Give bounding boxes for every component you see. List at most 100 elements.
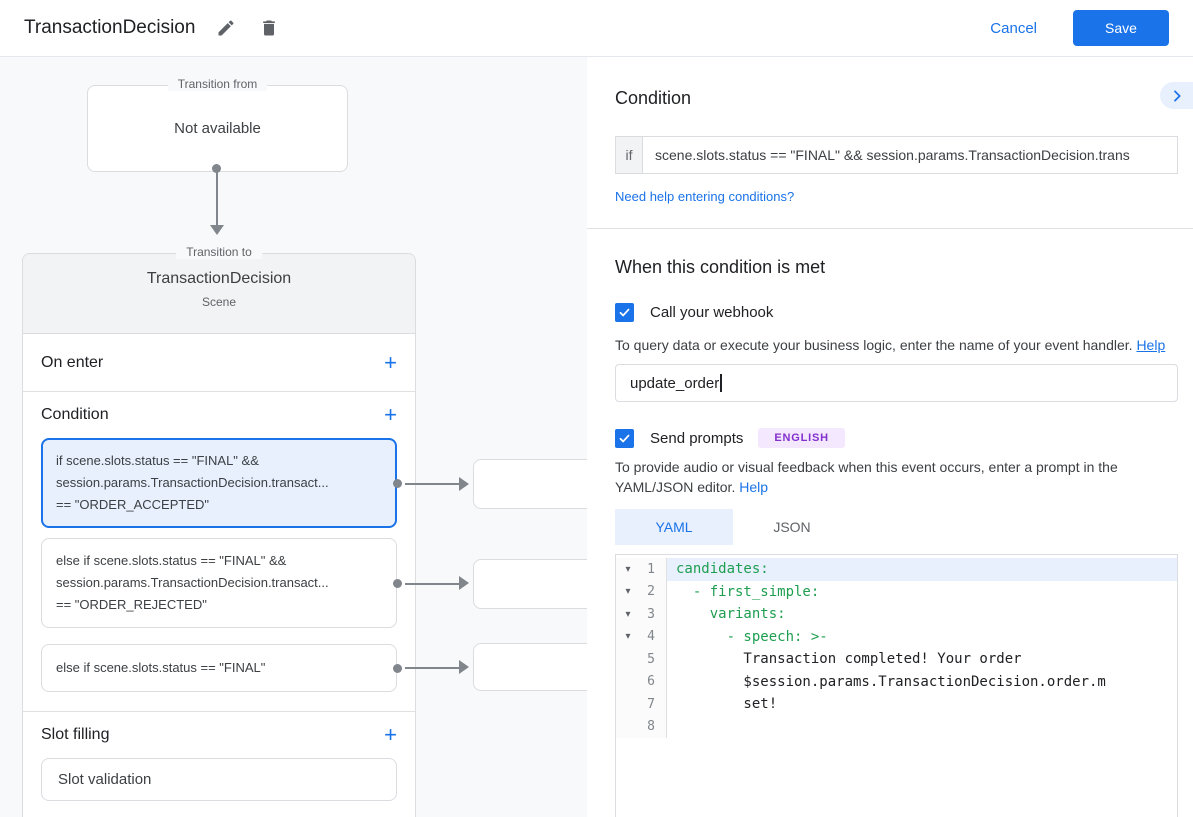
scene-card: Transition to TransactionDecision Scene … [22,253,416,817]
code-text [666,716,1177,739]
code-text: - speech: >- [666,626,1177,649]
send-prompts-checkbox[interactable] [615,429,634,448]
editor-line: 6 $session.params.TransactionDecision.or… [616,671,1177,694]
edit-scene-button[interactable] [214,16,238,40]
when-met-heading: When this condition is met [615,257,1178,278]
editor-line: ▾4 - speech: >- [616,626,1177,649]
transition-from-value: Not available [174,120,261,137]
add-on-enter-button[interactable]: + [384,352,397,374]
condition-line: session.params.TransactionDecision.trans… [56,472,382,494]
code-text: candidates: [666,558,1177,581]
condition-expression-row: if scene.slots.status == "FINAL" && sess… [615,136,1178,174]
editor-line: ▾3 variants: [616,603,1177,626]
chevron-right-icon [1169,88,1185,104]
condition-card-selected[interactable]: if scene.slots.status == "FINAL" && sess… [41,438,397,528]
event-handler-input[interactable]: update_order [615,364,1178,402]
plus-icon: + [384,350,397,375]
line-number: 6 [640,674,660,689]
delete-scene-button[interactable] [257,16,281,40]
plus-icon: + [384,402,397,427]
code-text: - first_simple: [666,581,1177,604]
line-number: 8 [640,719,660,734]
editor-line: 5 Transaction completed! Your order [616,648,1177,671]
arrow-down-icon [210,225,224,235]
prompts-help-link[interactable]: Help [739,479,768,495]
caret-down-icon[interactable]: ▾ [616,564,640,575]
slot-validation-card[interactable]: Slot validation [41,758,397,801]
on-enter-label: On enter [41,354,103,372]
webhook-checkbox[interactable] [615,303,634,322]
trash-icon [259,18,279,38]
code-text: variants: [666,603,1177,626]
add-condition-button[interactable]: + [384,404,397,426]
transition-target-box[interactable] [473,643,587,691]
caret-down-icon[interactable]: ▾ [616,586,640,597]
connector-line [405,483,460,485]
webhook-description: To query data or execute your business l… [615,335,1178,355]
send-prompts-row: Send prompts ENGLISH [615,428,1178,448]
condition-line: == "ORDER_REJECTED" [56,594,382,616]
webhook-label: Call your webhook [650,304,773,321]
transition-target-box[interactable] [473,559,587,609]
page-title: TransactionDecision [24,17,195,39]
webhook-help-link[interactable]: Help [1136,337,1165,353]
section-divider [587,228,1193,229]
line-number: 4 [640,629,660,644]
top-bar: TransactionDecision Cancel Save [0,0,1193,57]
plus-icon: + [384,722,397,747]
scene-card-header[interactable]: TransactionDecision Scene [23,254,415,334]
title-group: TransactionDecision [24,16,281,40]
connector-line [216,168,218,225]
transition-target-box[interactable] [473,459,587,509]
line-number: 5 [640,652,660,667]
connector-line [405,583,460,585]
scene-name: TransactionDecision [23,254,415,288]
check-icon [618,306,631,319]
connector-dot [393,479,402,488]
scene-type: Scene [23,295,415,309]
send-prompts-label: Send prompts [650,430,743,447]
check-icon [618,432,631,445]
prompts-description: To provide audio or visual feedback when… [615,457,1178,497]
scene-graph-canvas: Transition from Not available Transition… [0,57,587,817]
slot-filling-section: Slot filling + Slot validation [23,712,415,801]
add-slot-button[interactable]: + [384,724,397,746]
transition-from-box[interactable]: Transition from Not available [87,85,348,172]
app-window: TransactionDecision Cancel Save Transiti… [0,0,1193,817]
collapse-panel-button[interactable] [1160,82,1193,109]
caret-down-icon[interactable]: ▾ [616,609,640,620]
editor-line: ▾2 - first_simple: [616,581,1177,604]
tab-yaml[interactable]: YAML [615,509,733,545]
code-text: Transaction completed! Your order [666,648,1177,671]
condition-line: session.params.TransactionDecision.trans… [56,572,382,594]
condition-section-label: Condition [41,406,109,424]
cancel-button[interactable]: Cancel [990,20,1037,37]
on-enter-row: On enter + [23,334,415,392]
condition-detail-panel: Condition if scene.slots.status == "FINA… [587,57,1193,817]
line-number: 2 [640,584,660,599]
condition-line: if scene.slots.status == "FINAL" && [56,450,382,472]
code-text: set! [666,693,1177,716]
yaml-editor[interactable]: ▾1 candidates: ▾2 - first_simple: ▾3 var… [615,554,1178,817]
condition-line: else if scene.slots.status == "FINAL" && [56,550,382,572]
arrow-right-icon [459,477,469,491]
condition-help-link[interactable]: Need help entering conditions? [615,189,794,204]
condition-section: Condition + if scene.slots.status == "FI… [23,392,415,712]
line-number: 3 [640,607,660,622]
header-actions: Cancel Save [990,10,1169,46]
caret-down-icon[interactable]: ▾ [616,631,640,642]
line-number: 7 [640,697,660,712]
transition-from-label: Transition from [168,77,268,91]
condition-line: else if scene.slots.status == "FINAL" [56,657,382,679]
tab-json[interactable]: JSON [733,509,851,545]
arrow-right-icon [459,660,469,674]
condition-line: == "ORDER_ACCEPTED" [56,494,382,516]
save-button[interactable]: Save [1073,10,1169,46]
condition-card[interactable]: else if scene.slots.status == "FINAL" &&… [41,538,397,628]
condition-card[interactable]: else if scene.slots.status == "FINAL" [41,644,397,692]
connector-dot [393,664,402,673]
editor-line: 8 [616,716,1177,739]
arrow-right-icon [459,576,469,590]
condition-expression-input[interactable]: scene.slots.status == "FINAL" && session… [642,136,1178,174]
editor-tabs: YAML JSON [615,509,1178,545]
